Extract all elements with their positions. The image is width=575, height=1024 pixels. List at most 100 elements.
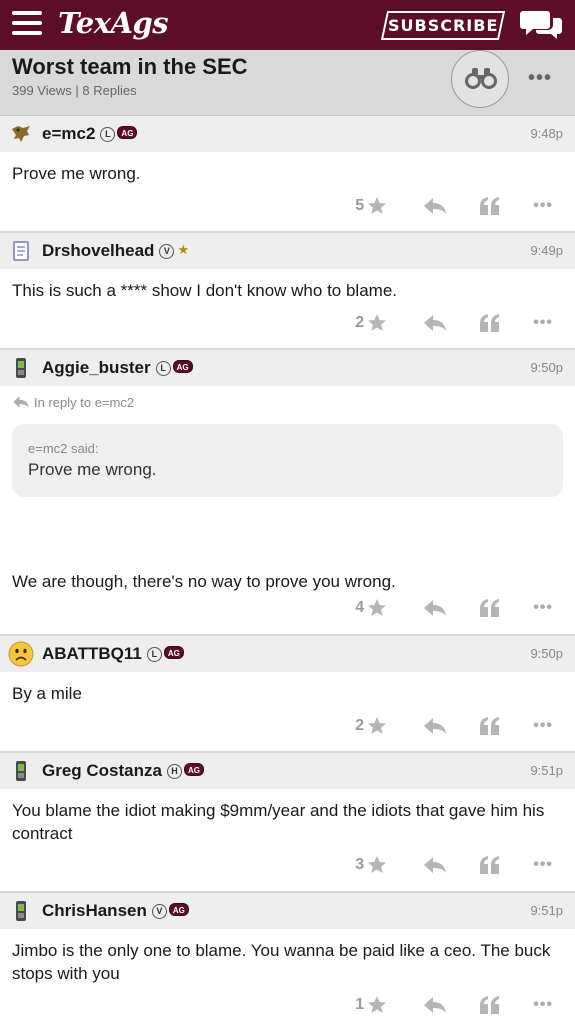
subscribe-label: SUBSCRIBE [387,16,499,35]
member-badge: V [159,244,175,259]
menu-icon[interactable] [12,11,42,37]
quote-author: e=mc2 said: [28,441,99,456]
quote-text: Prove me wrong. [28,460,157,479]
binoculars-icon [465,68,497,89]
post-author[interactable]: e=mc2 L AG [42,124,138,144]
view-count: 399 Views [12,83,72,98]
member-badge: L [146,647,162,662]
post-more-button[interactable]: ••• [533,197,553,215]
post-more-button[interactable]: ••• [533,717,553,735]
author-name[interactable]: e=mc2 [42,124,95,143]
subscribe-button[interactable]: SUBSCRIBE [380,11,506,40]
post-time: 9:50p [530,646,563,661]
post-header: Greg Costanza H AG 9:51p [0,753,575,789]
post-actions: 1 ••• [355,993,553,1017]
post-body: By a mile [12,684,82,703]
post-item: Greg Costanza H AG 9:51p You blame the idi… [0,753,575,893]
post-header: e=mc2 L AG 9:48p [0,116,575,152]
author-name[interactable]: Aggie_buster [42,358,151,377]
post-body: Jimbo is the only one to blame. You wann… [12,941,551,983]
reply-count: 8 Replies [82,83,137,98]
thread-stats: 399 Views | 8 Replies [12,83,137,98]
member-badge: V [151,904,167,919]
reply-icon[interactable] [423,598,447,618]
post-time: 9:50p [530,360,563,375]
post-header: Aggie_buster L AG 9:50p [0,350,575,386]
member-badge: L [155,361,171,376]
quote-icon[interactable] [479,995,501,1015]
post-actions: 3 ••• [355,853,553,877]
post-item: Aggie_buster L AG 9:50p In reply to e=mc2 … [0,350,575,636]
post-time: 9:51p [530,763,563,778]
ag-badge: AG [183,763,204,776]
post-author[interactable]: Greg Costanza H AG [42,761,204,781]
reply-icon[interactable] [423,855,447,875]
watch-thread-button[interactable] [451,50,509,108]
quote-icon[interactable] [479,196,501,216]
star-badge: ★ [177,242,190,257]
star-icon[interactable] [367,855,387,875]
star-icon[interactable] [367,196,387,216]
like-count: 2 [355,314,365,331]
notepad-icon [13,241,29,261]
post-actions: 4 ••• [355,596,553,620]
post-author[interactable]: Aggie_buster L AG [42,358,193,378]
reply-icon[interactable] [423,995,447,1015]
post-more-button[interactable]: ••• [533,599,553,617]
reply-icon[interactable] [423,313,447,333]
quote-icon[interactable] [479,855,501,875]
thread-title: Worst team in the SEC [12,54,248,79]
star-icon[interactable] [367,716,387,736]
sad-face-icon [8,641,34,667]
post-more-button[interactable]: ••• [533,856,553,874]
post-header: Drshovelhead V ★ 9:49p [0,233,575,269]
post-body: Prove me wrong. [12,164,141,183]
eagle-icon [12,126,30,142]
star-icon[interactable] [367,995,387,1015]
author-name[interactable]: ABATTBQ11 [42,644,142,663]
post-more-button[interactable]: ••• [533,314,553,332]
reply-reference[interactable]: In reply to e=mc2 [0,386,575,410]
post-item: Drshovelhead V ★ 9:49p This is such a ****… [0,233,575,350]
post-author[interactable]: ABATTBQ11 L AG [42,644,184,664]
post-author[interactable]: ChrisHansen V AG [42,901,189,921]
author-name[interactable]: Drshovelhead [42,241,154,260]
author-name[interactable]: Greg Costanza [42,761,162,780]
post-item: e=mc2 L AG 9:48p Prove me wrong. 5 ••• [0,116,575,233]
thread-more-button[interactable]: ••• [528,67,552,90]
post-header: ChrisHansen V AG 9:51p [0,893,575,929]
post-more-button[interactable]: ••• [533,996,553,1014]
like-count: 4 [355,599,365,616]
reply-arrow-icon [13,396,29,408]
post-actions: 2 ••• [355,714,553,738]
post-author[interactable]: Drshovelhead V ★ [42,241,189,261]
thread-header: Worst team in the SEC 399 Views | 8 Repl… [0,50,575,116]
reply-to-text[interactable]: In reply to e=mc2 [34,395,134,410]
post-body: We are though, there's no way to prove y… [12,572,396,591]
like-count: 3 [355,856,365,873]
post-body: You blame the idiot making $9mm/year and… [12,801,545,843]
author-name[interactable]: ChrisHansen [42,901,147,920]
quote-icon[interactable] [479,598,501,618]
post-time: 9:49p [530,243,563,258]
post-body: This is such a **** show I don't know wh… [12,281,397,300]
phone-icon [16,761,26,781]
stats-separator: | [75,83,79,98]
reply-icon[interactable] [423,716,447,736]
site-logo[interactable]: TexAgs [58,6,169,40]
member-badge: H [166,764,182,779]
ag-badge: AG [117,126,138,139]
quote-icon[interactable] [479,313,501,333]
star-icon[interactable] [367,598,387,618]
reply-icon[interactable] [423,196,447,216]
quote-icon[interactable] [479,716,501,736]
member-badge: L [100,127,116,142]
chat-icon[interactable] [520,8,564,40]
ag-badge: AG [168,903,189,916]
like-count: 5 [355,197,365,214]
phone-icon [16,901,26,921]
post-item: ChrisHansen V AG 9:51p Jimbo is the only o… [0,893,575,1024]
like-count: 2 [355,717,365,734]
star-icon[interactable] [367,313,387,333]
post-actions: 5 ••• [355,194,553,218]
